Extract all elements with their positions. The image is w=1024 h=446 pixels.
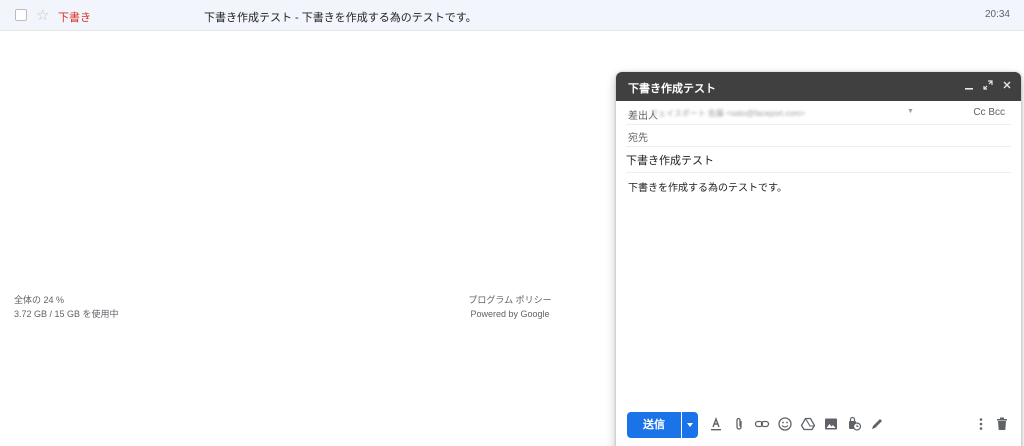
storage-detail[interactable]: 3.72 GB / 15 GB を使用中 bbox=[14, 307, 119, 321]
trash-icon[interactable] bbox=[994, 416, 1010, 432]
format-text-icon[interactable] bbox=[708, 416, 724, 432]
subject-input[interactable] bbox=[626, 154, 1006, 166]
to-label: 宛先 bbox=[628, 133, 648, 144]
send-button[interactable]: 送信 bbox=[627, 412, 681, 438]
minimize-icon[interactable] bbox=[963, 78, 975, 94]
program-policy-link[interactable]: プログラム ポリシー bbox=[440, 293, 580, 307]
send-options-icon[interactable] bbox=[682, 412, 698, 438]
cc-bcc-button[interactable]: Cc Bcc bbox=[973, 107, 1005, 118]
from-row: 差出人 フェイスポート 佐藤 <sato@faceport.com> ▼ Cc … bbox=[626, 101, 1011, 125]
mail-subject-snippet: 下書き作成テスト - 下書きを作成する為のテストです。 bbox=[204, 12, 477, 24]
compose-toolbar: 送信 bbox=[616, 410, 1021, 440]
mail-time: 20:34 bbox=[984, 9, 1010, 20]
link-icon[interactable] bbox=[754, 416, 770, 432]
footer-policy: プログラム ポリシー Powered by Google bbox=[440, 293, 580, 321]
from-address[interactable]: フェイスポート 佐藤 <sato@faceport.com> bbox=[650, 108, 805, 119]
to-row[interactable]: 宛先 bbox=[626, 125, 1011, 147]
photo-icon[interactable] bbox=[823, 416, 839, 432]
subject-row[interactable] bbox=[626, 147, 1011, 173]
fullscreen-icon[interactable] bbox=[982, 78, 994, 94]
drive-icon[interactable] bbox=[800, 416, 816, 432]
compose-header[interactable]: 下書き作成テスト bbox=[616, 72, 1021, 101]
storage-info: 全体の 24 % 3.72 GB / 15 GB を使用中 bbox=[14, 293, 119, 321]
storage-percent: 全体の 24 % bbox=[14, 295, 65, 305]
star-icon[interactable]: ☆ bbox=[36, 6, 49, 24]
more-options-icon[interactable] bbox=[973, 416, 989, 432]
confidential-icon[interactable] bbox=[846, 416, 862, 432]
signature-icon[interactable] bbox=[869, 416, 885, 432]
emoji-icon[interactable] bbox=[777, 416, 793, 432]
message-body[interactable]: 下書きを作成する為のテストです。 bbox=[628, 182, 1008, 402]
powered-by-google: Powered by Google bbox=[470, 309, 550, 319]
attach-icon[interactable] bbox=[731, 416, 747, 432]
close-icon[interactable] bbox=[1001, 78, 1013, 94]
compose-title: 下書き作成テスト bbox=[628, 83, 716, 95]
draft-mail-row[interactable]: ☆ 下書き 下書き作成テスト - 下書きを作成する為のテストです。 20:34 bbox=[0, 0, 1024, 31]
select-checkbox[interactable] bbox=[15, 9, 27, 21]
compose-window: 下書き作成テスト 差出人 フェイスポート 佐藤 <sato@faceport.c… bbox=[616, 72, 1021, 446]
mail-sender-label: 下書き bbox=[58, 12, 91, 24]
from-dropdown-icon[interactable]: ▼ bbox=[907, 108, 914, 115]
